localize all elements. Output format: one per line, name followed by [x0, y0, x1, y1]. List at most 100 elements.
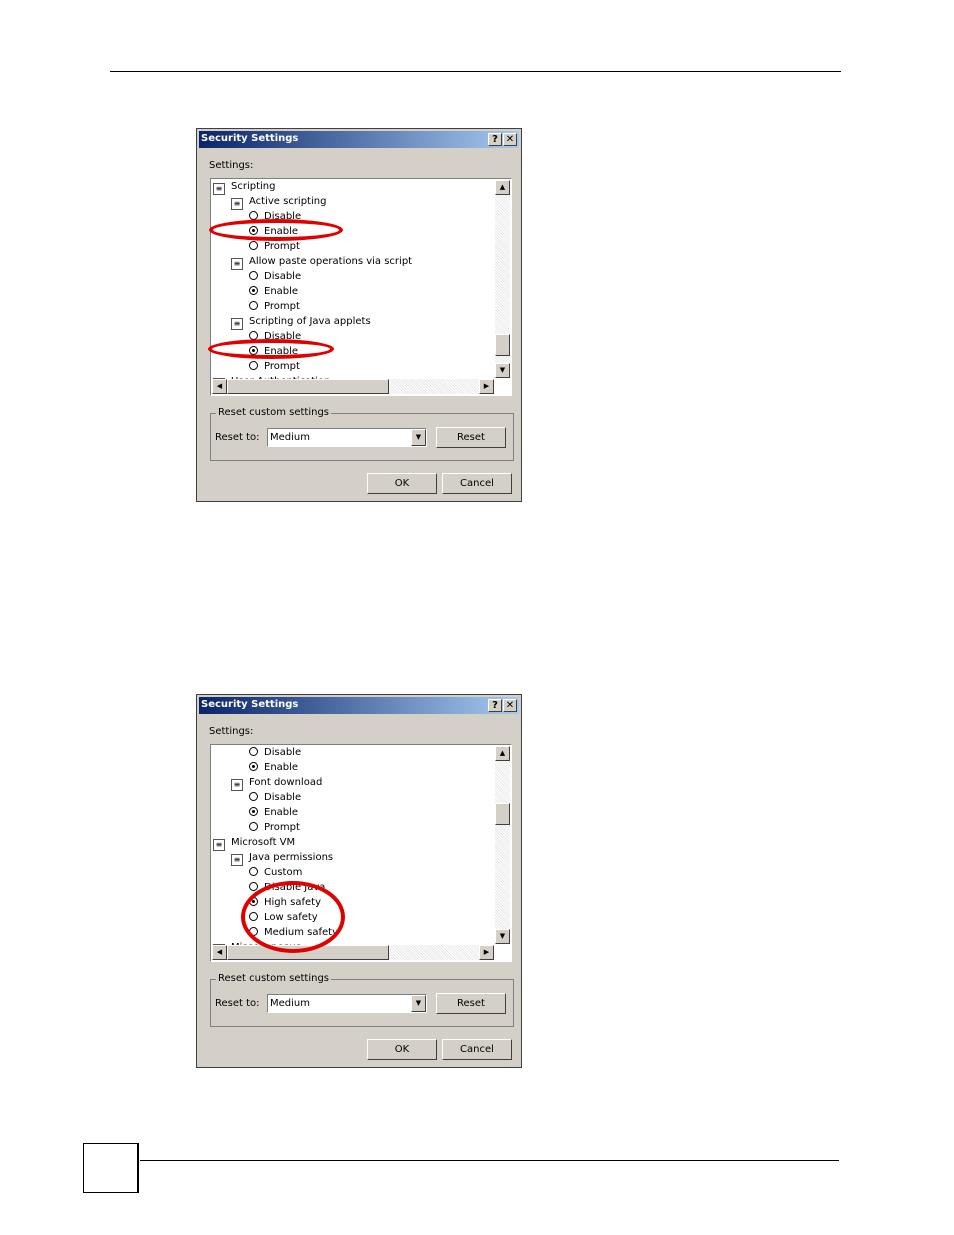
scroll-left-arrow-icon[interactable]: ◀ — [212, 379, 227, 394]
tree-option[interactable]: Prompt — [249, 299, 300, 314]
radio-selected-icon[interactable] — [249, 807, 258, 816]
radio-selected-icon[interactable] — [249, 897, 258, 906]
page-number-box — [83, 1143, 139, 1193]
tree-option[interactable]: Disable — [249, 269, 301, 284]
radio-unselected-icon[interactable] — [249, 882, 258, 891]
radio-selected-icon[interactable] — [249, 226, 258, 235]
scroll-down-arrow-icon[interactable]: ▼ — [495, 929, 510, 944]
radio-unselected-icon[interactable] — [249, 912, 258, 921]
header-rule — [110, 71, 841, 72]
chevron-down-icon[interactable]: ▼ — [411, 429, 426, 446]
reset-button[interactable]: Reset — [436, 427, 506, 448]
tree-option[interactable]: Enable — [249, 805, 298, 820]
tree-item-label: Active scripting — [249, 196, 327, 207]
scroll-down-arrow-icon[interactable]: ▼ — [495, 363, 510, 378]
scroll-thumb[interactable] — [495, 803, 510, 825]
tree-item-label: Microsoft VM — [231, 837, 296, 848]
scroll-up-arrow-icon[interactable]: ▲ — [495, 180, 510, 195]
tree-option[interactable]: Prompt — [249, 239, 300, 254]
settings-tree[interactable]: ≡ Scripting ≡ Active scripting Disable Enable… — [210, 178, 512, 396]
tree-item-label: Prompt — [264, 361, 300, 372]
radio-unselected-icon[interactable] — [249, 822, 258, 831]
ok-button[interactable]: OK — [367, 473, 437, 494]
radio-unselected-icon[interactable] — [249, 331, 258, 340]
radio-unselected-icon[interactable] — [249, 927, 258, 936]
tree-item-label: Prompt — [264, 301, 300, 312]
tree-option[interactable]: Prompt — [249, 359, 300, 374]
tree-item-label: High safety — [264, 897, 322, 908]
security-settings-dialog-java: Security Settings ? ✕ Settings: Disable E… — [196, 694, 522, 1068]
settings-tree[interactable]: Disable Enable ≡ Font download Disable Enable… — [210, 744, 512, 962]
reset-group-label: Reset custom settings — [216, 407, 331, 418]
horizontal-scrollbar[interactable]: ◀ ▶ — [212, 379, 494, 394]
tree-option[interactable]: Enable — [249, 284, 298, 299]
tree-item-label: Allow paste operations via script — [249, 256, 413, 267]
reset-custom-settings-group: Reset custom settings Reset to: Medium ▼… — [210, 407, 514, 461]
tree-setting[interactable]: ≡ Scripting of Java applets — [231, 314, 371, 330]
tree-option[interactable]: Prompt — [249, 820, 300, 835]
scroll-thumb[interactable] — [495, 334, 510, 356]
tree-setting[interactable]: ≡ Java permissions — [231, 850, 333, 866]
tree-option[interactable]: Disable — [249, 209, 301, 224]
radio-selected-icon[interactable] — [249, 762, 258, 771]
tree-setting[interactable]: ≡ Active scripting — [231, 194, 327, 210]
settings-item-icon: ≡ — [231, 198, 243, 210]
tree-option[interactable]: Low safety — [249, 910, 318, 925]
tree-option[interactable]: Enable — [249, 344, 298, 359]
scroll-right-arrow-icon[interactable]: ▶ — [479, 945, 494, 960]
tree-item-label: Scripting of Java applets — [249, 316, 371, 327]
radio-unselected-icon[interactable] — [249, 792, 258, 801]
tree-item-label: Disable — [264, 792, 302, 803]
dialog-title: Security Settings — [201, 699, 299, 710]
title-bar: Security Settings ? ✕ — [199, 697, 519, 714]
tree-category[interactable]: ≡ Microsoft VM — [213, 835, 296, 851]
security-settings-dialog-scripting: Security Settings ? ✕ Settings: ≡ Scripti… — [196, 128, 522, 502]
tree-option[interactable]: Disable — [249, 745, 301, 760]
close-button[interactable]: ✕ — [503, 133, 517, 146]
vertical-scrollbar[interactable]: ▲ ▼ — [495, 180, 510, 378]
tree-item-label: Disable — [264, 331, 302, 342]
help-button[interactable]: ? — [488, 133, 502, 146]
radio-unselected-icon[interactable] — [249, 211, 258, 220]
reset-to-select[interactable]: Medium ▼ — [267, 994, 427, 1013]
tree-option[interactable]: Custom — [249, 865, 302, 880]
scroll-thumb-horizontal[interactable] — [227, 945, 389, 960]
tree-item-label: Enable — [264, 807, 299, 818]
reset-to-select[interactable]: Medium ▼ — [267, 428, 427, 447]
cancel-button[interactable]: Cancel — [442, 1039, 512, 1060]
radio-selected-icon[interactable] — [249, 286, 258, 295]
tree-option[interactable]: Medium safety — [249, 925, 338, 940]
tree-setting[interactable]: ≡ Font download — [231, 775, 322, 791]
chevron-down-icon[interactable]: ▼ — [411, 995, 426, 1012]
tree-item-label: Disable Java — [264, 882, 326, 893]
reset-button[interactable]: Reset — [436, 993, 506, 1014]
tree-option[interactable]: Disable — [249, 790, 301, 805]
tree-option[interactable]: Enable — [249, 224, 298, 239]
scroll-up-arrow-icon[interactable]: ▲ — [495, 746, 510, 761]
settings-item-icon: ≡ — [231, 318, 243, 330]
tree-option[interactable]: Enable — [249, 760, 298, 775]
tree-option[interactable]: Disable Java — [249, 880, 325, 895]
radio-selected-icon[interactable] — [249, 346, 258, 355]
tree-category[interactable]: ≡ Scripting — [213, 179, 275, 195]
tree-item-label: Low safety — [264, 912, 318, 923]
help-button[interactable]: ? — [488, 699, 502, 712]
radio-unselected-icon[interactable] — [249, 301, 258, 310]
radio-unselected-icon[interactable] — [249, 747, 258, 756]
horizontal-scrollbar[interactable]: ◀ ▶ — [212, 945, 494, 960]
tree-option[interactable]: Disable — [249, 329, 301, 344]
tree-setting[interactable]: ≡ Allow paste operations via script — [231, 254, 413, 270]
radio-unselected-icon[interactable] — [249, 361, 258, 370]
radio-unselected-icon[interactable] — [249, 867, 258, 876]
scroll-right-arrow-icon[interactable]: ▶ — [479, 379, 494, 394]
tree-option[interactable]: High safety — [249, 895, 321, 910]
close-button[interactable]: ✕ — [503, 699, 517, 712]
radio-unselected-icon[interactable] — [249, 241, 258, 250]
scroll-left-arrow-icon[interactable]: ◀ — [212, 945, 227, 960]
scroll-thumb-horizontal[interactable] — [227, 379, 389, 394]
cancel-button[interactable]: Cancel — [442, 473, 512, 494]
radio-unselected-icon[interactable] — [249, 271, 258, 280]
tree-item-label: Enable — [264, 762, 299, 773]
vertical-scrollbar[interactable]: ▲ ▼ — [495, 746, 510, 944]
ok-button[interactable]: OK — [367, 1039, 437, 1060]
